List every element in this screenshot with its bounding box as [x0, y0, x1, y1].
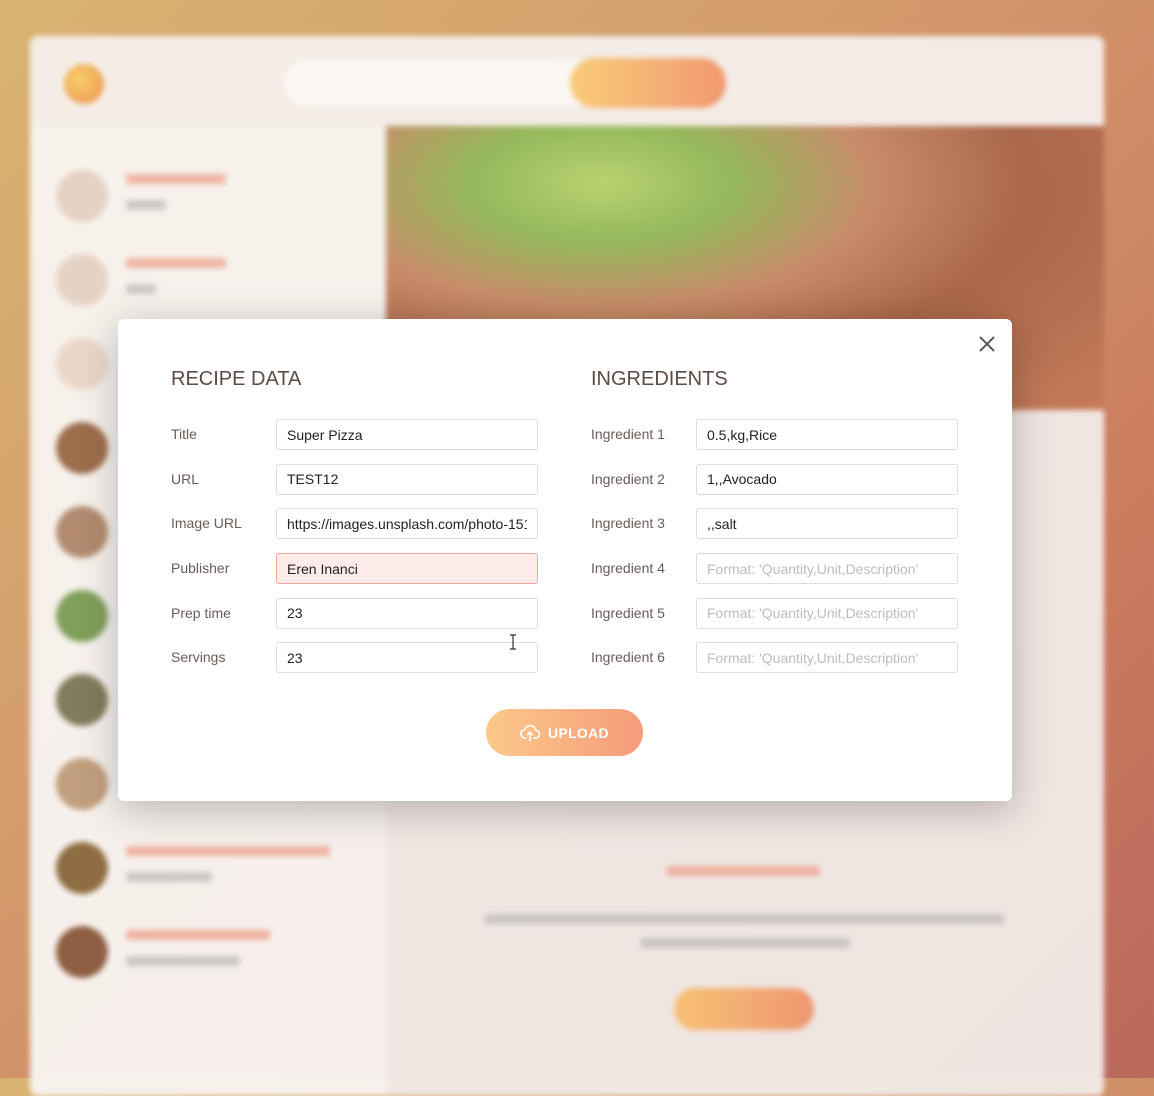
recipe-title-line: [126, 930, 270, 940]
add-recipe-modal: RECIPE DATA Title URL Image URL Publishe…: [118, 319, 1012, 801]
cloud-upload-icon: [520, 724, 541, 742]
field-row-ingredient-1: Ingredient 1: [591, 419, 959, 450]
recipe-thumbnail: [56, 758, 108, 810]
title-label: Title: [171, 426, 197, 442]
recipe-thumbnail: [56, 926, 108, 978]
recipe-thumbnail: [56, 674, 108, 726]
ingredients-section: INGREDIENTS Ingredient 1 Ingredient 2 In…: [591, 367, 959, 687]
recipe-publisher-line: [126, 284, 156, 294]
publisher-input[interactable]: [276, 553, 538, 585]
ingredient-6-label: Ingredient 6: [591, 649, 665, 666]
field-row-ingredient-3: Ingredient 3: [591, 508, 959, 540]
servings-input[interactable]: [276, 642, 538, 674]
recipe-publisher-line: [126, 200, 166, 210]
recipe-thumbnail: [56, 506, 108, 558]
field-row-publisher: Publisher: [171, 553, 539, 585]
recipe-data-heading: RECIPE DATA: [171, 368, 302, 390]
image-url-label: Image URL: [171, 515, 242, 532]
title-input[interactable]: [276, 419, 538, 450]
recipe-title-line: [126, 174, 226, 184]
publisher-label: Publisher: [171, 560, 230, 577]
ingredient-5-input[interactable]: [696, 597, 958, 629]
ingredient-3-input[interactable]: [696, 508, 958, 540]
image-url-input[interactable]: [276, 508, 538, 540]
recipe-data-section: RECIPE DATA Title URL Image URL Publishe…: [171, 367, 539, 687]
prep-time-label: Prep time: [171, 604, 231, 621]
prep-time-input[interactable]: [276, 597, 538, 629]
close-icon[interactable]: [976, 333, 998, 355]
ingredient-4-label: Ingredient 4: [591, 560, 665, 577]
ingredient-2-label: Ingredient 2: [591, 470, 665, 487]
field-row-title: Title: [171, 419, 539, 450]
field-row-prep-time: Prep time: [171, 597, 539, 629]
recipe-thumbnail: [56, 254, 108, 306]
ingredient-1-input[interactable]: [696, 419, 958, 450]
recipe-title-line: [126, 258, 226, 268]
recipe-thumbnail: [56, 590, 108, 642]
recipe-thumbnail: [56, 170, 108, 222]
recipe-publisher-line: [126, 956, 240, 966]
field-row-ingredient-5: Ingredient 5: [591, 597, 959, 629]
ingredient-1-label: Ingredient 1: [591, 426, 665, 442]
background-text-line: [640, 938, 850, 948]
background-search-button: [570, 58, 726, 108]
recipe-publisher-line: [126, 872, 212, 882]
recipe-thumbnail: [56, 338, 108, 390]
background-text-line: [484, 914, 1004, 924]
field-row-servings: Servings: [171, 642, 539, 674]
field-row-ingredient-2: Ingredient 2: [591, 463, 959, 495]
ingredient-4-input[interactable]: [696, 553, 958, 585]
url-label: URL: [171, 470, 200, 487]
field-row-ingredient-4: Ingredient 4: [591, 553, 959, 585]
upload-button[interactable]: UPLOAD: [486, 709, 643, 756]
background-header: [30, 36, 1104, 126]
logo-icon: [64, 64, 104, 104]
field-row-url: URL: [171, 463, 539, 495]
recipe-title-line: [126, 846, 330, 856]
text-cursor-icon: [510, 634, 516, 650]
ingredient-3-label: Ingredient 3: [591, 515, 665, 532]
field-row-image-url: Image URL: [171, 508, 539, 540]
ingredient-2-input[interactable]: [696, 463, 958, 495]
upload-button-label: UPLOAD: [548, 724, 609, 741]
url-input[interactable]: [276, 463, 538, 495]
ingredients-heading: INGREDIENTS: [591, 368, 728, 390]
recipe-thumbnail: [56, 842, 108, 894]
ingredient-5-label: Ingredient 5: [591, 604, 665, 621]
field-row-ingredient-6: Ingredient 6: [591, 642, 959, 674]
background-heading-line: [666, 866, 820, 876]
background-directions-button: [674, 988, 814, 1030]
servings-label: Servings: [171, 649, 226, 666]
ingredient-6-input[interactable]: [696, 642, 958, 674]
recipe-thumbnail: [56, 422, 108, 474]
